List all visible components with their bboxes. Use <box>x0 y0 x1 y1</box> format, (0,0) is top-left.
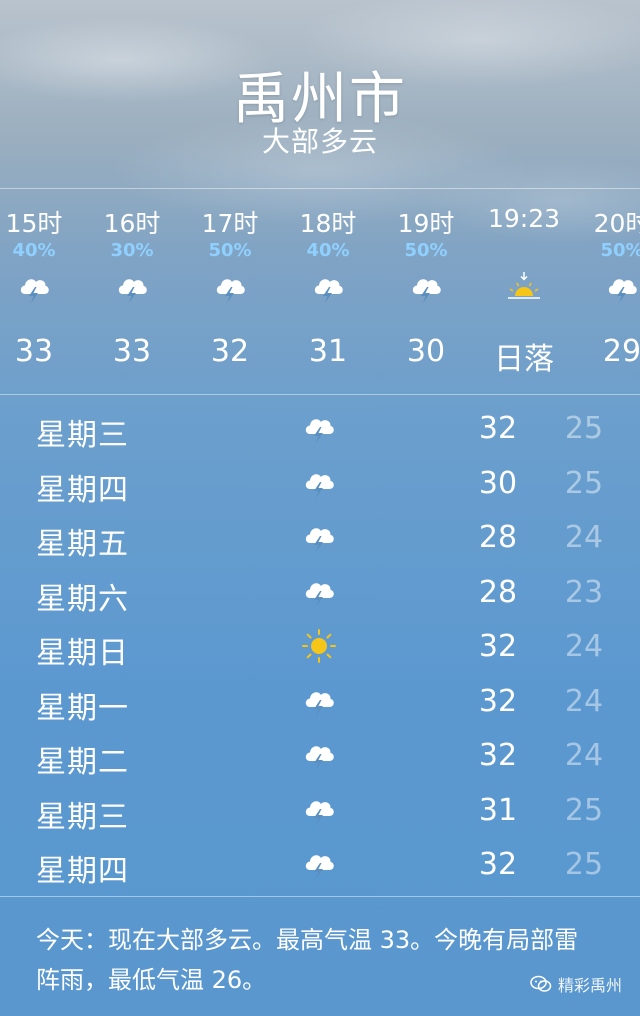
precip-chance: 50% <box>404 240 448 261</box>
thunderstorm-icon <box>301 683 337 719</box>
thunderstorm-icon <box>310 270 346 306</box>
high-temp: 32 <box>478 411 518 446</box>
low-temp: 25 <box>564 465 604 501</box>
divider <box>0 394 640 395</box>
daily-row: 星期四 32 25 <box>0 838 640 892</box>
precip-chance: 50% <box>208 240 252 261</box>
hourly-time: 19:23 <box>487 204 561 233</box>
hourly-item: 17时 50% 32 <box>182 188 278 394</box>
sun-icon <box>301 628 337 664</box>
thunderstorm-icon <box>16 270 52 306</box>
daily-row: 星期三 32 25 <box>0 402 640 456</box>
day-name: 星期二 <box>36 745 129 780</box>
hourly-time: 18时 <box>299 209 357 238</box>
hourly-item: 15时 40% 33 <box>0 188 82 394</box>
sunset-icon <box>506 270 542 306</box>
precip-chance: 50% <box>600 240 640 261</box>
hourly-time: 19时 <box>397 209 455 238</box>
thunderstorm-icon <box>301 465 337 501</box>
day-name: 星期一 <box>36 690 129 726</box>
day-name: 星期六 <box>36 581 129 617</box>
wechat-icon <box>530 975 552 992</box>
high-temp: 28 <box>478 574 518 610</box>
hourly-temp: 32 <box>210 334 250 369</box>
hourly-temp: 日落 <box>494 342 554 377</box>
low-temp: 24 <box>564 738 604 773</box>
low-temp: 24 <box>564 683 604 719</box>
hourly-temp: 30 <box>406 334 446 369</box>
high-temp: 32 <box>478 629 518 664</box>
today-summary: 今天：现在大部多云。最高气温 33。今晚有局部雷阵雨，最低气温 26。 <box>36 926 579 994</box>
day-name: 星期四 <box>36 854 129 889</box>
daily-row: 星期二 32 24 <box>0 729 640 783</box>
hourly-item: 19时 50% 30 <box>378 188 474 394</box>
low-temp: 24 <box>564 520 604 555</box>
thunderstorm-icon <box>301 574 337 610</box>
hourly-temp: 29 <box>602 334 640 369</box>
thunderstorm-icon <box>604 270 640 306</box>
daily-row: 星期四 30 25 <box>0 457 640 511</box>
hourly-time: 15时 <box>5 209 63 238</box>
thunderstorm-icon <box>212 270 248 306</box>
low-temp: 24 <box>564 629 604 664</box>
hourly-temp: 33 <box>14 334 54 369</box>
daily-row: 星期五 28 24 <box>0 511 640 565</box>
current-condition: 大部多云 <box>261 125 378 158</box>
daily-row: 星期一 32 24 <box>0 675 640 729</box>
divider <box>0 896 640 897</box>
high-temp: 30 <box>478 465 518 501</box>
thunderstorm-icon <box>114 270 150 306</box>
thunderstorm-icon <box>301 519 337 555</box>
hourly-forecast[interactable]: 15时 40% 33 16时 30% 33 17时 50% 32 18时 40%… <box>0 188 640 394</box>
day-name: 星期日 <box>36 636 129 671</box>
hourly-temp: 33 <box>112 334 152 369</box>
precip-chance: 40% <box>306 240 350 261</box>
day-name: 星期五 <box>36 527 129 562</box>
watermark-text: 精彩禹州 <box>557 976 622 995</box>
high-temp: 32 <box>478 683 518 719</box>
daily-row: 星期三 31 25 <box>0 784 640 838</box>
thunderstorm-icon <box>301 410 337 446</box>
day-name: 星期三 <box>36 418 129 453</box>
watermark: 精彩禹州 <box>530 972 622 996</box>
daily-row: 星期日 32 24 <box>0 620 640 674</box>
low-temp: 25 <box>564 847 604 882</box>
low-temp: 25 <box>564 411 604 446</box>
high-temp: 32 <box>478 738 518 773</box>
low-temp: 23 <box>564 574 604 610</box>
high-temp: 28 <box>478 520 518 555</box>
daily-row: 星期六 28 23 <box>0 566 640 620</box>
day-name: 星期三 <box>36 799 129 835</box>
hourly-item: 16时 30% 33 <box>84 188 180 394</box>
hourly-time: 16时 <box>103 209 161 238</box>
location-header: 禹州市 大部多云 <box>0 0 640 188</box>
thunderstorm-icon <box>301 737 337 773</box>
high-temp: 31 <box>478 792 518 828</box>
thunderstorm-icon <box>301 846 337 882</box>
low-temp: 25 <box>564 792 604 828</box>
hourly-item: 19:23 日落 <box>476 188 572 394</box>
hourly-time: 20时 <box>593 209 640 238</box>
hourly-temp: 31 <box>308 334 348 369</box>
hourly-item: 20时 50% 29 <box>574 188 640 394</box>
hourly-item: 18时 40% 31 <box>280 188 376 394</box>
precip-chance: 30% <box>110 240 154 261</box>
high-temp: 32 <box>478 847 518 882</box>
thunderstorm-icon <box>408 270 444 306</box>
precip-chance: 40% <box>12 240 56 261</box>
hourly-time: 17时 <box>201 209 259 238</box>
day-name: 星期四 <box>36 472 129 508</box>
thunderstorm-icon <box>301 792 337 828</box>
